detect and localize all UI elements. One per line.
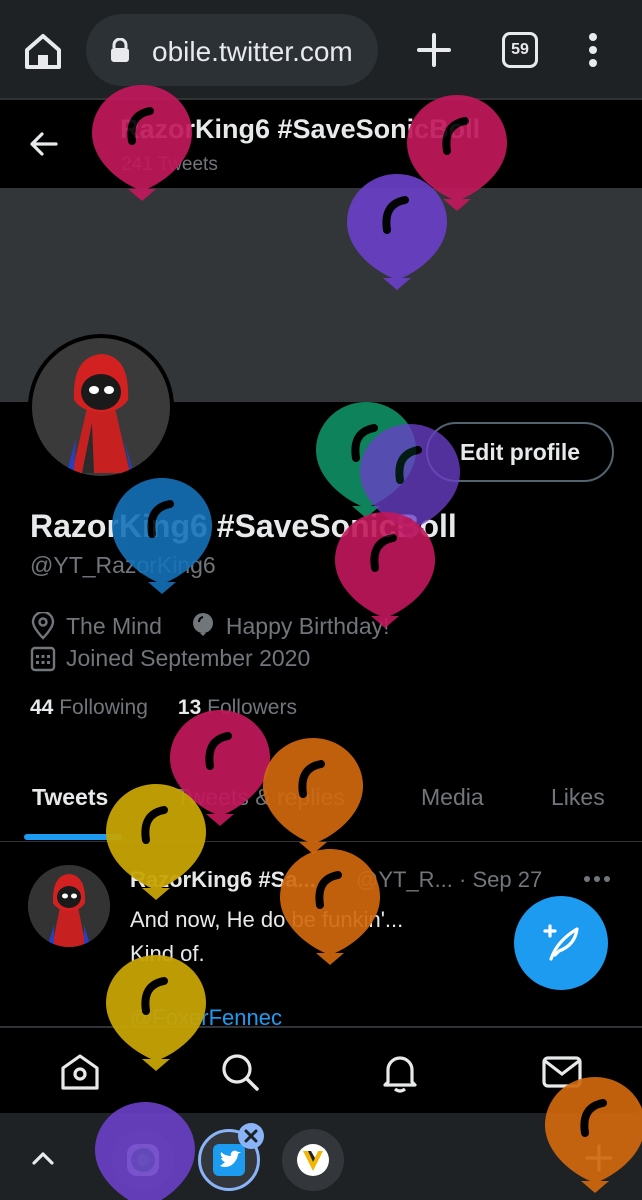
profile-birthday: Happy Birthday! — [225, 612, 390, 639]
active-tab-indicator — [24, 834, 122, 840]
compose-tweet-button[interactable] — [514, 896, 608, 990]
profile-tabs: Tweets Tweets & replies Media Likes — [0, 770, 642, 842]
followers-label: Followers — [207, 696, 297, 719]
tab-likes[interactable]: Likes — [551, 784, 605, 811]
tab-tweets-replies[interactable]: Tweets & replies — [176, 784, 345, 811]
profile-display-name: RazorKing6 #SaveSonicBoll — [30, 508, 457, 544]
edit-profile-button[interactable]: Edit profile — [426, 422, 614, 482]
tab-count: 59 — [511, 41, 529, 58]
lock-icon — [111, 38, 129, 62]
profile-joined-row: Joined September 2020 — [30, 644, 310, 672]
tweet-author-avatar[interactable] — [28, 865, 110, 947]
new-tab-icon[interactable] — [582, 1141, 616, 1175]
tweet-author-name[interactable]: RazorKing6 #Sa... — [130, 867, 316, 892]
location-item: The Mind — [30, 612, 162, 640]
tweet-avatar-illustration — [28, 865, 110, 947]
profile-meta-row: The Mind Happy Birthday! — [30, 612, 418, 640]
bottom-navigation — [0, 1027, 642, 1113]
profile-handle: @YT_RazorKing6 — [30, 552, 216, 578]
profile-header-bar: RazorKing6 #SaveSonicBoll 241 Tweets — [0, 100, 642, 188]
following-link[interactable]: 44 Following — [30, 696, 148, 719]
following-count: 44 — [30, 696, 54, 719]
browser-home-icon[interactable] — [22, 30, 64, 72]
tweet-text-line: And now, He do be funkin'... — [130, 907, 404, 932]
app-tab-icon — [127, 1144, 159, 1176]
app-tab-icon-v — [297, 1144, 329, 1176]
header-tweet-count: 241 Tweets — [121, 154, 218, 175]
browser-menu-icon[interactable] — [578, 30, 608, 70]
balloon-icon — [192, 613, 213, 636]
profile-joined-date: Joined September 2020 — [66, 644, 311, 671]
tweet-header: RazorKing6 #Sa... — [130, 867, 316, 893]
tweet-mention-link[interactable]: @FoxerFennec — [130, 1005, 282, 1026]
followers-count: 13 — [177, 696, 202, 719]
search-icon[interactable] — [218, 1050, 262, 1094]
tab-media[interactable]: Media — [421, 784, 484, 811]
back-arrow-icon[interactable] — [28, 128, 60, 160]
close-tab-button[interactable] — [238, 1123, 264, 1149]
url-text[interactable]: obile.twitter.com — [152, 36, 353, 68]
address-bar[interactable]: obile.twitter.com — [86, 14, 378, 86]
mail-icon[interactable] — [540, 1050, 584, 1094]
compose-tweet-icon — [543, 924, 579, 961]
following-label: Following — [59, 696, 148, 719]
tweet-text: And now, He do be funkin'... Kind of. — [130, 903, 403, 971]
tab-group-item[interactable] — [282, 1129, 344, 1191]
chevron-up-icon[interactable] — [28, 1143, 58, 1173]
tab-tweets[interactable]: Tweets — [32, 784, 108, 811]
location-pin-icon — [31, 612, 55, 640]
tab-switcher-button[interactable]: 59 — [502, 32, 538, 68]
tweet-more-icon[interactable] — [582, 869, 612, 889]
profile-location: The Mind — [66, 612, 162, 639]
profile-avatar[interactable] — [28, 334, 174, 480]
browser-bottom-toolbar — [0, 1113, 642, 1200]
balloon — [316, 402, 416, 518]
calendar-icon — [30, 646, 56, 672]
tweet-text-line: Kind of. — [130, 941, 205, 966]
follow-stats: 44 Following 13 Followers — [30, 696, 297, 720]
bell-icon[interactable] — [378, 1050, 422, 1094]
close-icon — [244, 1129, 258, 1143]
avatar-character-illustration — [32, 338, 170, 476]
tab-group-item[interactable] — [112, 1129, 174, 1191]
header-profile-name: RazorKing6 #SaveSonicBoll — [120, 114, 481, 144]
followers-link[interactable]: 13 Followers — [178, 696, 297, 719]
browser-toolbar: obile.twitter.com 59 — [0, 0, 642, 100]
home-icon[interactable] — [58, 1050, 102, 1094]
tweet-handle-date: @YT_R... · Sep 27 — [356, 867, 543, 892]
birthday-item: Happy Birthday! — [190, 612, 390, 640]
new-tab-icon[interactable] — [414, 30, 454, 70]
